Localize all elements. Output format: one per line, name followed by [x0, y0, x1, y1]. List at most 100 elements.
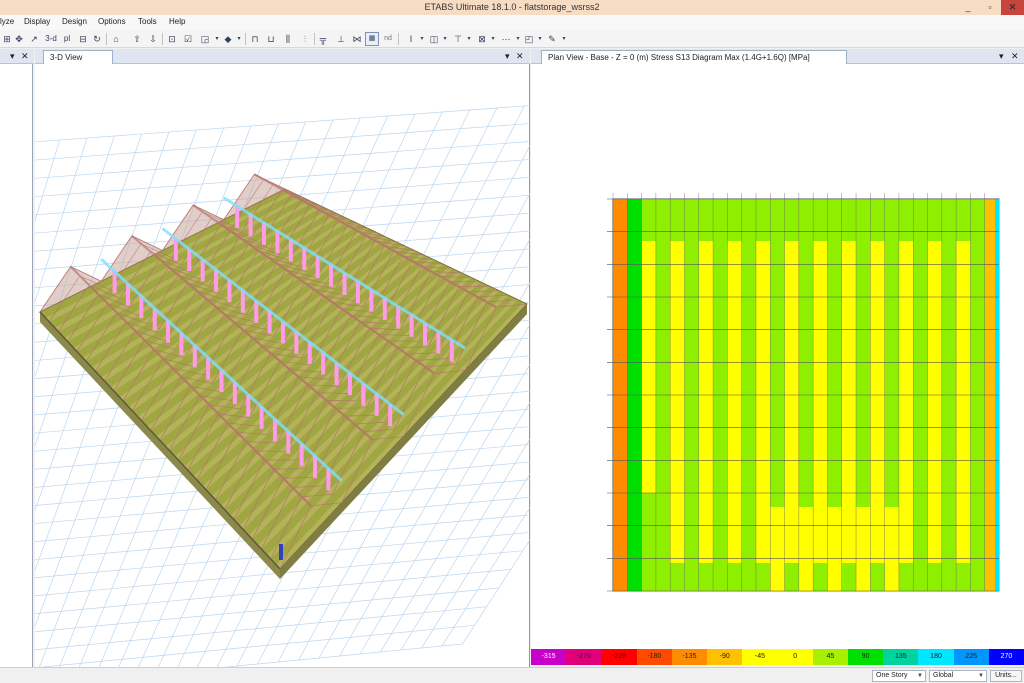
contour-cell [741, 563, 757, 578]
frame-icon[interactable]: ⊓ [248, 32, 262, 46]
nd-toggle[interactable]: nd [381, 32, 395, 46]
contour-cell [727, 297, 742, 312]
contour-cell [956, 297, 971, 312]
extrude-icon[interactable]: ◆ [221, 32, 235, 46]
rotate-icon[interactable]: ↻ [91, 32, 103, 46]
chevron-down-icon[interactable]: ▾ [235, 32, 243, 46]
checkbox-icon[interactable]: ☑ [181, 32, 195, 46]
contour-cell [698, 395, 714, 410]
contour-cell [670, 325, 685, 340]
view-close-icon[interactable]: ✕ [1011, 51, 1019, 62]
plan-view-button[interactable]: pl [60, 32, 74, 46]
story-mode-select[interactable]: One Story ▼ [872, 670, 926, 682]
chevron-down-icon[interactable]: ▾ [514, 32, 522, 46]
contour-cell [713, 521, 728, 536]
view-close-icon[interactable]: ✕ [516, 51, 524, 62]
contour-cell [841, 339, 857, 354]
contour-cell [741, 227, 757, 242]
contour-cell [684, 381, 700, 396]
maximize-button[interactable]: ▫ [979, 0, 1001, 15]
contour-cell [884, 227, 900, 242]
select-object-icon[interactable]: ⊡ [165, 32, 179, 46]
units-button[interactable]: Units... [990, 670, 1022, 682]
contour-cell [913, 451, 928, 466]
pane-close-icon[interactable]: ✕ [21, 51, 29, 62]
contour-cell [641, 339, 657, 354]
contour-cell [727, 213, 742, 228]
contour-cell [655, 255, 671, 270]
shell-icon[interactable]: ⊔ [264, 32, 278, 46]
menu-design[interactable]: Design [62, 17, 87, 26]
rubberband-zoom-icon[interactable]: ⊞ [2, 32, 12, 46]
menu-help[interactable]: Help [169, 17, 185, 26]
toolbar-separator [106, 33, 107, 45]
contour-cell [713, 493, 728, 508]
contour-cell [784, 577, 800, 592]
grid-line [0, 568, 511, 618]
menu-display[interactable]: Display [24, 17, 50, 26]
contour-cell [870, 521, 885, 536]
move-down-icon[interactable]: ⇩ [146, 32, 160, 46]
contour-cell [970, 563, 986, 578]
tab-plan-view[interactable]: Plan View - Base - Z = 0 (m) Stress S13 … [541, 50, 847, 64]
elevation-view-icon[interactable]: ⊟ [76, 32, 90, 46]
contour-cell [670, 227, 685, 242]
view-menu-icon[interactable]: ▾ [505, 51, 510, 62]
3d-view-canvas[interactable] [0, 64, 826, 683]
pan-icon[interactable]: ✥ [12, 32, 26, 46]
coord-system-select[interactable]: Global ▼ [929, 670, 987, 682]
chevron-down-icon[interactable]: ▾ [536, 32, 544, 46]
minimize-button[interactable]: _ [957, 0, 979, 15]
chevron-down-icon[interactable]: ▾ [560, 32, 568, 46]
contour-cell [827, 269, 843, 284]
column [262, 222, 266, 245]
plan-view-canvas[interactable] [531, 64, 1024, 649]
assign-icon[interactable]: ◫ [428, 32, 440, 46]
chevron-down-icon[interactable]: ▾ [465, 32, 473, 46]
contour-cell [856, 563, 871, 578]
view-menu-icon[interactable]: ▾ [999, 51, 1004, 62]
contour-cell [898, 423, 914, 438]
contour-cell [770, 227, 785, 242]
contour-cell [713, 325, 728, 340]
design-icon[interactable]: ◰ [523, 32, 535, 46]
contour-cell [770, 493, 785, 508]
contour-cell [727, 549, 742, 564]
3d-view-button[interactable]: 3-d [43, 32, 59, 46]
perspective-icon[interactable]: ⌂ [109, 32, 123, 46]
section-icon[interactable]: I [405, 32, 417, 46]
grid-icon[interactable]: ⋯ [499, 32, 513, 46]
rotate-3d-icon[interactable]: ↗ [27, 32, 41, 46]
joint-icon[interactable]: ⫶ [297, 32, 313, 46]
pencil-icon[interactable]: ✎ [546, 32, 558, 46]
draw-area-icon[interactable]: ▦ [365, 32, 379, 46]
menu-options[interactable]: Options [98, 17, 126, 26]
model-explorer-pane[interactable] [0, 64, 33, 667]
contour-cell [627, 353, 642, 368]
draw-frame-icon[interactable]: ╦ [316, 32, 330, 46]
contour-cell [698, 311, 714, 326]
contour-cell [613, 199, 628, 214]
menu-analyze[interactable]: lyze [0, 17, 14, 26]
chevron-down-icon[interactable]: ▾ [441, 32, 449, 46]
contour-cell [613, 367, 628, 382]
chevron-down-icon[interactable]: ▾ [213, 32, 221, 46]
menu-tools[interactable]: Tools [138, 17, 157, 26]
close-window-button[interactable]: ✕ [1001, 0, 1024, 15]
chevron-down-icon[interactable]: ▾ [489, 32, 497, 46]
contour-cell [927, 395, 943, 410]
contour-cell [784, 339, 800, 354]
chevron-down-icon[interactable]: ▾ [418, 32, 426, 46]
move-up-icon[interactable]: ⇧ [130, 32, 144, 46]
load-icon[interactable]: ⊤ [452, 32, 464, 46]
draw-beam-icon[interactable]: ⊥ [334, 32, 348, 46]
pane-menu-icon[interactable]: ▾ [10, 51, 15, 62]
contour-cell [913, 549, 928, 564]
contour-cell [927, 437, 943, 452]
wall-icon[interactable]: ⫼ [280, 32, 296, 46]
contour-cell [713, 479, 728, 494]
draw-brace-icon[interactable]: ⋈ [350, 32, 364, 46]
display-icon[interactable]: ⊠ [476, 32, 488, 46]
tab-3d-view[interactable]: 3-D View [43, 50, 113, 64]
object-shrink-icon[interactable]: ◲ [197, 32, 213, 46]
